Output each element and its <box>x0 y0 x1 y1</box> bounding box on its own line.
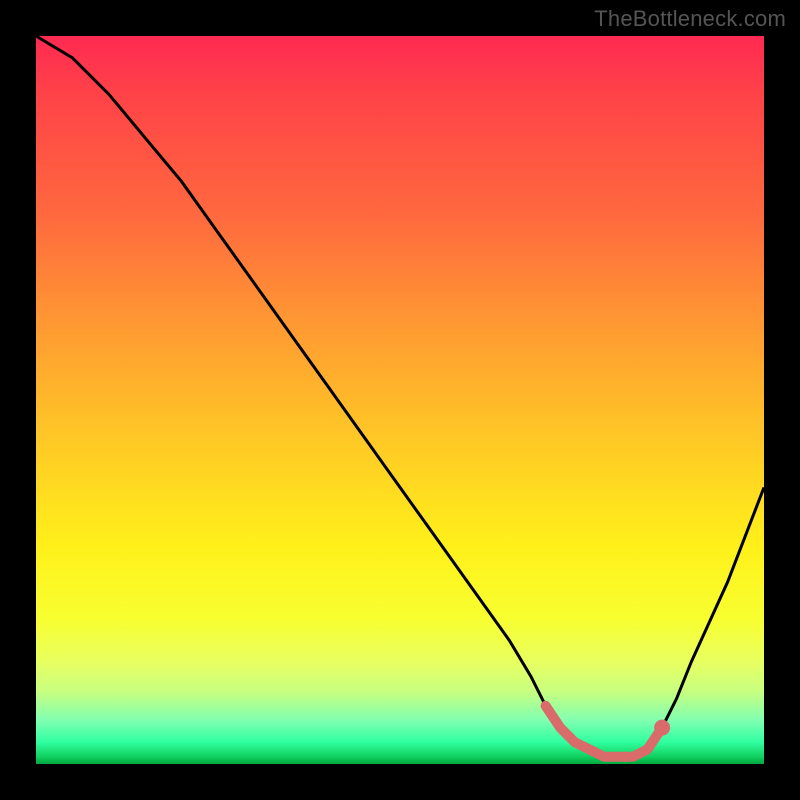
chart-plot-area <box>36 36 764 764</box>
bottleneck-endpoint-dot <box>654 720 670 736</box>
bottleneck-chart-svg <box>36 36 764 764</box>
watermark-text: TheBottleneck.com <box>594 6 786 32</box>
bottleneck-curve-line <box>36 36 764 757</box>
bottleneck-flat-zone <box>546 706 663 757</box>
